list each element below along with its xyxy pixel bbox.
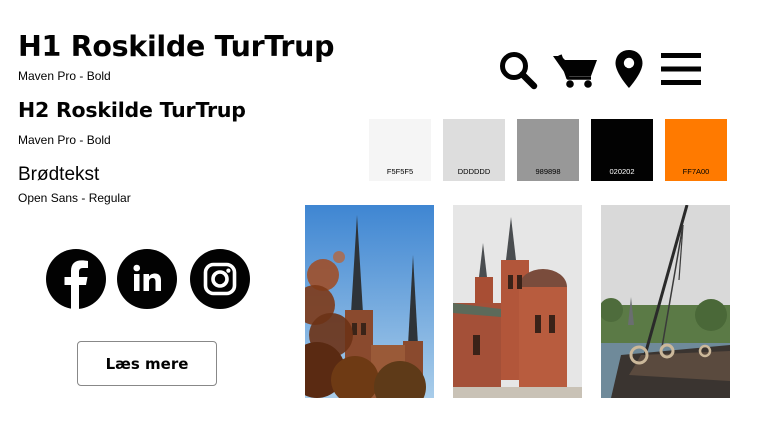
- color-swatch: 989898: [517, 119, 579, 181]
- roskilde-cathedral-brick-photo: [453, 205, 582, 398]
- color-swatch: F5F5F5: [369, 119, 431, 181]
- location-pin-icon[interactable]: [613, 48, 645, 90]
- color-swatch: FF7A00: [665, 119, 727, 181]
- swatch-label: DDDDDD: [457, 167, 491, 176]
- read-more-button[interactable]: Læs mere: [77, 341, 217, 386]
- viking-ship-photo: [601, 205, 730, 398]
- facebook-icon[interactable]: [46, 249, 106, 309]
- body-font-caption: Open Sans - Regular: [18, 191, 131, 205]
- h1-sample: H1 Roskilde TurTrup: [18, 30, 335, 63]
- h2-sample: H2 Roskilde TurTrup: [18, 98, 246, 122]
- roskilde-cathedral-spires-photo: [305, 205, 434, 398]
- linkedin-icon[interactable]: [117, 249, 177, 309]
- color-swatch: DDDDDD: [443, 119, 505, 181]
- h1-font-caption: Maven Pro - Bold: [18, 69, 111, 83]
- h2-font-caption: Maven Pro - Bold: [18, 133, 111, 147]
- menu-icon[interactable]: [660, 50, 702, 88]
- color-swatch: 020202: [591, 119, 653, 181]
- swatch-label: 989898: [535, 167, 561, 176]
- body-text-sample: Brødtekst: [18, 164, 100, 185]
- search-icon[interactable]: [498, 50, 538, 90]
- swatch-label: FF7A00: [682, 167, 710, 176]
- swatch-label: F5F5F5: [386, 167, 414, 176]
- swatch-label: 020202: [609, 167, 635, 176]
- instagram-icon[interactable]: [190, 249, 250, 309]
- cart-icon[interactable]: [551, 50, 599, 90]
